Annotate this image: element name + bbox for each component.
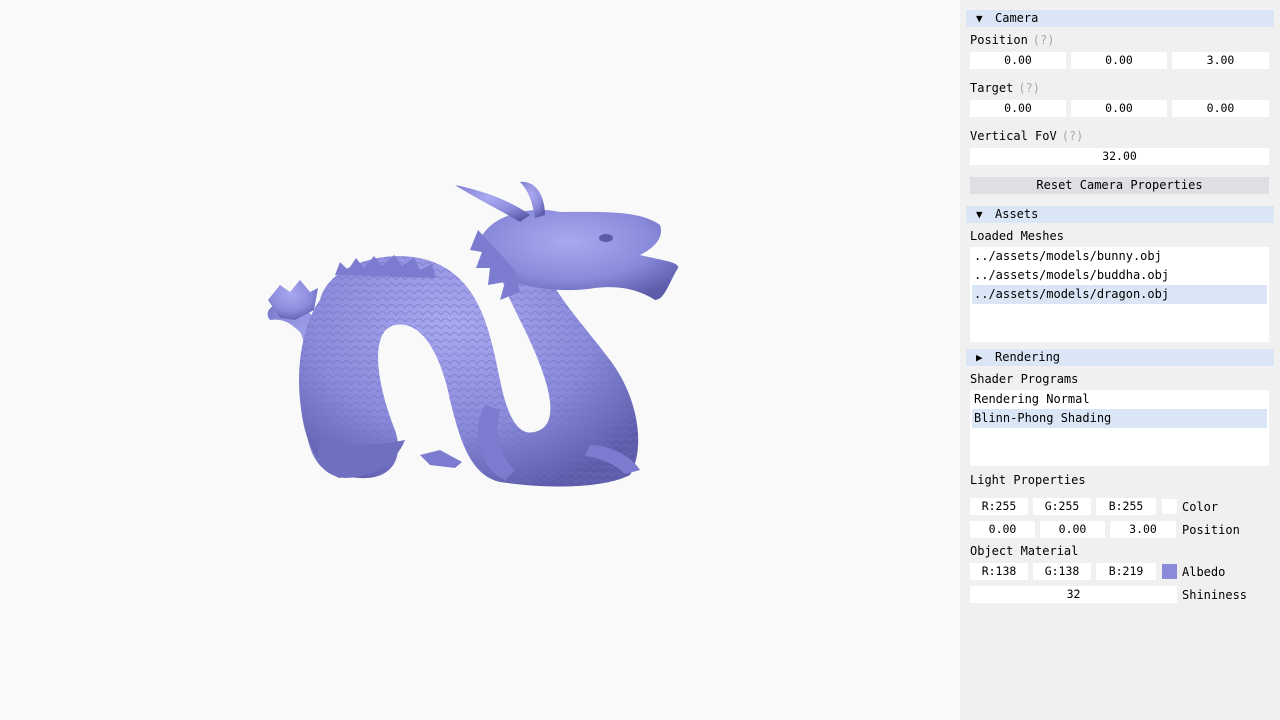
- reset-camera-button[interactable]: Reset Camera Properties: [970, 177, 1269, 194]
- camera-target-x-field[interactable]: 0.00: [970, 100, 1066, 117]
- rendering-header-label: Rendering: [995, 350, 1061, 364]
- light-properties-label: Light Properties: [970, 473, 1086, 487]
- collapse-arrow-icon: ▼: [976, 208, 983, 221]
- light-position-x-field[interactable]: 0.00: [970, 521, 1035, 538]
- fov-label: Vertical FoV: [970, 129, 1057, 143]
- camera-target-y-field[interactable]: 0.00: [1071, 100, 1167, 117]
- render-viewport[interactable]: [0, 0, 960, 720]
- help-icon[interactable]: (?): [1033, 33, 1055, 47]
- shader-list-item-selected[interactable]: Blinn-Phong Shading: [972, 409, 1267, 428]
- dragon-model: [267, 181, 679, 487]
- camera-section-header[interactable]: ▼ Camera: [966, 10, 1274, 27]
- rendering-section-header[interactable]: ▶ Rendering: [966, 349, 1274, 366]
- shininess-label: Shininess: [1182, 588, 1248, 602]
- assets-header-label: Assets: [995, 207, 1039, 221]
- light-color-r-field[interactable]: R:255: [970, 498, 1028, 515]
- collapse-arrow-icon: ▼: [976, 12, 983, 25]
- camera-position-x-field[interactable]: 0.00: [970, 52, 1066, 69]
- shader-list-item[interactable]: Rendering Normal: [970, 390, 1269, 409]
- albedo-b-field[interactable]: B:219: [1096, 563, 1156, 580]
- help-icon[interactable]: (?): [1018, 81, 1040, 95]
- camera-position-y-field[interactable]: 0.00: [1071, 52, 1167, 69]
- target-label: Target: [970, 81, 1014, 95]
- light-color-label: Color: [1182, 500, 1219, 514]
- fov-slider[interactable]: 32.00: [970, 148, 1269, 165]
- camera-position-z-field[interactable]: 3.00: [1172, 52, 1269, 69]
- mesh-list: ../assets/models/bunny.obj ../assets/mod…: [970, 247, 1269, 342]
- albedo-g-field[interactable]: G:138: [1033, 563, 1091, 580]
- albedo-label: Albedo: [1182, 565, 1226, 579]
- shader-programs-label: Shader Programs: [970, 372, 1079, 386]
- expand-arrow-icon: ▶: [976, 351, 983, 364]
- mesh-list-item[interactable]: ../assets/models/buddha.obj: [970, 266, 1269, 285]
- help-icon[interactable]: (?): [1062, 129, 1084, 143]
- control-panel: ▼ Camera Position (?) 0.00 0.00 3.00 Targ…: [960, 0, 1280, 720]
- fov-label-row: Vertical FoV (?): [970, 129, 1083, 143]
- light-color-g-field[interactable]: G:255: [1033, 498, 1091, 515]
- loaded-meshes-label: Loaded Meshes: [970, 229, 1064, 243]
- camera-target-z-field[interactable]: 0.00: [1172, 100, 1269, 117]
- target-label-row: Target (?): [970, 81, 1040, 95]
- light-position-z-field[interactable]: 3.00: [1110, 521, 1176, 538]
- mesh-list-item-selected[interactable]: ../assets/models/dragon.obj: [972, 285, 1267, 304]
- shininess-slider[interactable]: 32: [970, 586, 1177, 603]
- shader-list: Rendering Normal Blinn-Phong Shading: [970, 390, 1269, 466]
- position-label: Position: [970, 33, 1028, 47]
- mesh-list-item[interactable]: ../assets/models/bunny.obj: [970, 247, 1269, 266]
- light-position-y-field[interactable]: 0.00: [1040, 521, 1105, 538]
- position-label-row: Position (?): [970, 33, 1054, 47]
- light-color-b-field[interactable]: B:255: [1096, 498, 1156, 515]
- assets-section-header[interactable]: ▼ Assets: [966, 206, 1274, 223]
- albedo-r-field[interactable]: R:138: [970, 563, 1028, 580]
- light-color-swatch[interactable]: [1162, 499, 1177, 514]
- light-position-label: Position: [1182, 523, 1240, 537]
- albedo-swatch[interactable]: [1162, 564, 1177, 579]
- camera-header-label: Camera: [995, 11, 1039, 25]
- object-material-label: Object Material: [970, 544, 1079, 558]
